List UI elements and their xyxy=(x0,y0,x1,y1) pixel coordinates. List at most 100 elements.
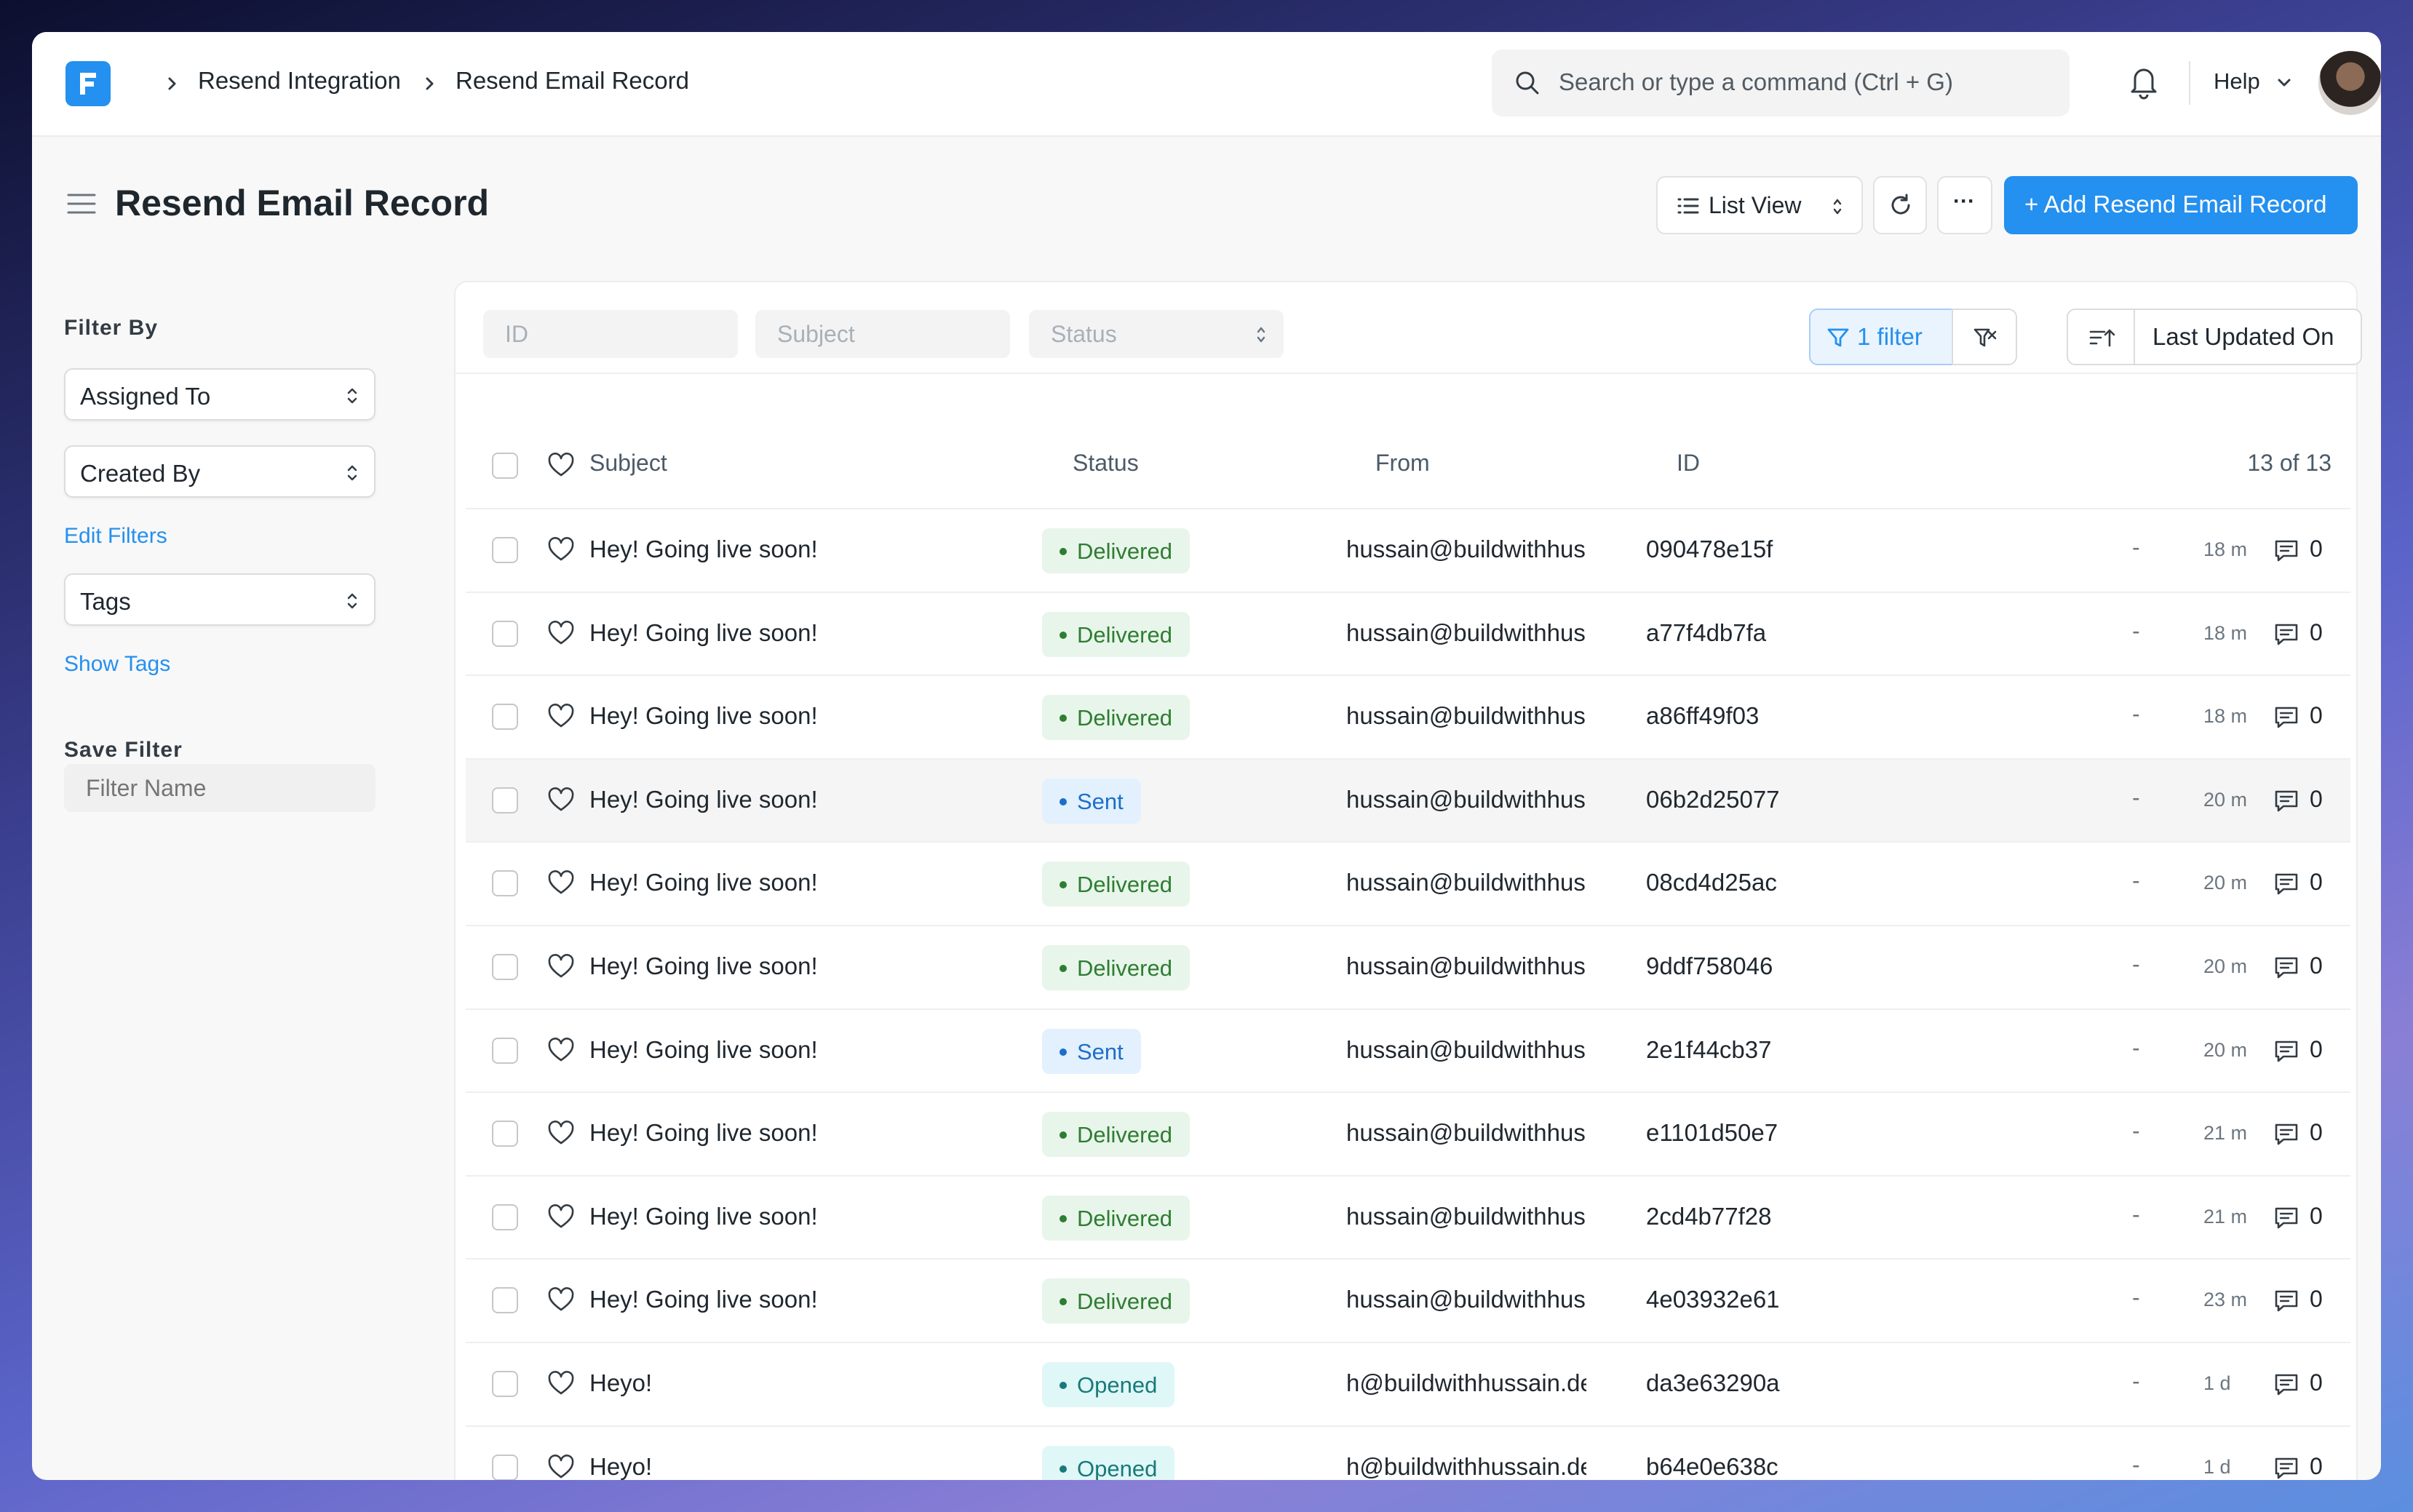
row-subject[interactable]: Hey! Going live soon! xyxy=(589,619,818,647)
sort-by-button[interactable]: Last Updated On xyxy=(2134,309,2362,365)
breadcrumb-resend-email-record[interactable]: Resend Email Record xyxy=(456,67,689,95)
status-badge: Delivered xyxy=(1042,1278,1190,1324)
more-actions-button[interactable]: ··· xyxy=(1937,176,1992,234)
heart-icon[interactable] xyxy=(547,1454,575,1480)
heart-icon[interactable] xyxy=(547,954,575,980)
row-subject[interactable]: Hey! Going live soon! xyxy=(589,536,818,563)
heart-icon[interactable] xyxy=(547,1203,575,1230)
table-row[interactable]: Heyo! Opened h@buildwithhussain.dev b64e0e6… xyxy=(466,1425,2350,1480)
status-badge: Opened xyxy=(1042,1445,1175,1480)
row-subject[interactable]: Hey! Going live soon! xyxy=(589,702,818,730)
row-checkbox[interactable] xyxy=(492,787,518,813)
sidebar-toggle-icon[interactable] xyxy=(65,191,98,217)
row-subject[interactable]: Hey! Going live soon! xyxy=(589,952,818,980)
help-dropdown[interactable]: Help xyxy=(2214,68,2260,95)
row-subject[interactable]: Hey! Going live soon! xyxy=(589,869,818,896)
row-from: hussain@buildwithhus... xyxy=(1346,702,1586,730)
row-checkbox[interactable] xyxy=(492,1203,518,1230)
row-subject[interactable]: Heyo! xyxy=(589,1453,652,1480)
row-id: 2cd4b77f28 xyxy=(1646,1202,1772,1230)
status-badge: Delivered xyxy=(1042,1112,1190,1158)
row-subject[interactable]: Hey! Going live soon! xyxy=(589,1119,818,1147)
edit-filters-link[interactable]: Edit Filters xyxy=(64,524,167,549)
filter-name-input[interactable] xyxy=(64,764,375,812)
chevron-down-icon[interactable] xyxy=(2275,76,2294,90)
row-subject[interactable]: Hey! Going live soon! xyxy=(589,1036,818,1064)
row-comment-count: 0 xyxy=(2310,785,2323,812)
row-checkbox[interactable] xyxy=(492,1121,518,1147)
user-avatar[interactable] xyxy=(2318,51,2381,115)
table-row[interactable]: Hey! Going live soon! Delivered hussain@bu… xyxy=(466,1174,2350,1258)
row-checkbox[interactable] xyxy=(492,537,518,563)
header-subject[interactable]: Subject xyxy=(589,450,667,477)
table-row[interactable]: Hey! Going live soon! Delivered hussain@bu… xyxy=(466,841,2350,924)
refresh-button[interactable] xyxy=(1873,176,1927,234)
heart-icon[interactable] xyxy=(547,620,575,647)
row-checkbox[interactable] xyxy=(492,1454,518,1480)
heart-icon[interactable] xyxy=(547,1121,575,1147)
select-all-checkbox[interactable] xyxy=(492,453,518,479)
updown-icon xyxy=(1833,199,1842,215)
row-checkbox[interactable] xyxy=(492,1371,518,1397)
id-filter-input[interactable]: ID xyxy=(483,310,738,358)
notification-bell-icon[interactable] xyxy=(2126,63,2161,100)
heart-icon[interactable] xyxy=(547,1037,575,1064)
row-from: hussain@buildwithhus... xyxy=(1346,952,1586,979)
row-checkbox[interactable] xyxy=(492,870,518,897)
row-id: 9ddf758046 xyxy=(1646,952,1773,979)
filter-button[interactable]: 1 filter xyxy=(1809,309,1953,365)
table-row[interactable]: Hey! Going live soon! Delivered hussain@bu… xyxy=(466,925,2350,1008)
heart-icon[interactable] xyxy=(547,537,575,563)
comment-icon xyxy=(2275,957,2298,979)
add-resend-email-record-button[interactable]: + Add Resend Email Record xyxy=(2004,176,2358,234)
row-subject[interactable]: Hey! Going live soon! xyxy=(589,1203,818,1230)
table-row[interactable]: Hey! Going live soon! Delivered hussain@bu… xyxy=(466,1091,2350,1174)
row-comment-count: 0 xyxy=(2310,1119,2323,1146)
heart-icon[interactable] xyxy=(547,870,575,896)
table-row[interactable]: Hey! Going live soon! Delivered hussain@bu… xyxy=(466,508,2350,591)
table-row[interactable]: Hey! Going live soon! Delivered hussain@bu… xyxy=(466,675,2350,757)
row-assigned: - xyxy=(2132,784,2140,811)
row-checkbox[interactable] xyxy=(492,704,518,731)
heart-icon[interactable] xyxy=(547,787,575,813)
heart-icon[interactable] xyxy=(547,453,575,479)
comment-icon xyxy=(2275,707,2298,728)
sort-by-label: Last Updated On xyxy=(2152,323,2334,350)
clear-filters-button[interactable] xyxy=(1952,309,2017,365)
table-row[interactable]: Hey! Going live soon! Delivered hussain@bu… xyxy=(466,591,2350,675)
row-from: hussain@buildwithhus... xyxy=(1346,1202,1586,1230)
subject-filter-input[interactable]: Subject xyxy=(755,310,1010,358)
created-by-select[interactable]: Created By xyxy=(64,445,375,498)
status-filter-select[interactable]: Status xyxy=(1029,310,1284,358)
row-comment-count: 0 xyxy=(2310,869,2323,896)
heart-icon[interactable] xyxy=(547,1287,575,1313)
list-view-button[interactable]: List View xyxy=(1656,176,1863,234)
table-row[interactable]: Hey! Going live soon! Delivered hussain@bu… xyxy=(466,1258,2350,1341)
table-row[interactable]: Hey! Going live soon! Sent hussain@buildwi… xyxy=(466,757,2350,841)
row-subject[interactable]: Hey! Going live soon! xyxy=(589,786,818,813)
heart-icon[interactable] xyxy=(547,1371,575,1397)
row-assigned: - xyxy=(2132,534,2140,560)
search-bar[interactable]: Search or type a command (Ctrl + G) xyxy=(1492,49,2070,116)
row-comment-count: 0 xyxy=(2310,702,2323,729)
row-id: 4e03932e61 xyxy=(1646,1286,1780,1313)
app-logo-icon[interactable] xyxy=(65,61,111,106)
status-badge: Delivered xyxy=(1042,528,1190,573)
row-subject[interactable]: Hey! Going live soon! xyxy=(589,1286,818,1313)
tags-select[interactable]: Tags xyxy=(64,573,375,626)
comment-icon xyxy=(2275,790,2298,812)
row-checkbox[interactable] xyxy=(492,620,518,647)
table-row[interactable]: Hey! Going live soon! Sent hussain@buildwi… xyxy=(466,1008,2350,1091)
refresh-icon xyxy=(1891,194,1910,215)
row-checkbox[interactable] xyxy=(492,954,518,980)
show-tags-link[interactable]: Show Tags xyxy=(64,652,170,677)
row-subject[interactable]: Heyo! xyxy=(589,1369,652,1397)
heart-icon[interactable] xyxy=(547,704,575,730)
sort-order-button[interactable] xyxy=(2067,309,2135,365)
row-checkbox[interactable] xyxy=(492,1287,518,1314)
assigned-to-select[interactable]: Assigned To xyxy=(64,368,375,421)
table-row[interactable]: Heyo! Opened h@buildwithhussain.dev da3e632… xyxy=(466,1342,2350,1425)
breadcrumb-resend-integration[interactable]: Resend Integration xyxy=(198,67,401,95)
filter-by-label: Filter By xyxy=(64,316,159,340)
row-checkbox[interactable] xyxy=(492,1037,518,1064)
